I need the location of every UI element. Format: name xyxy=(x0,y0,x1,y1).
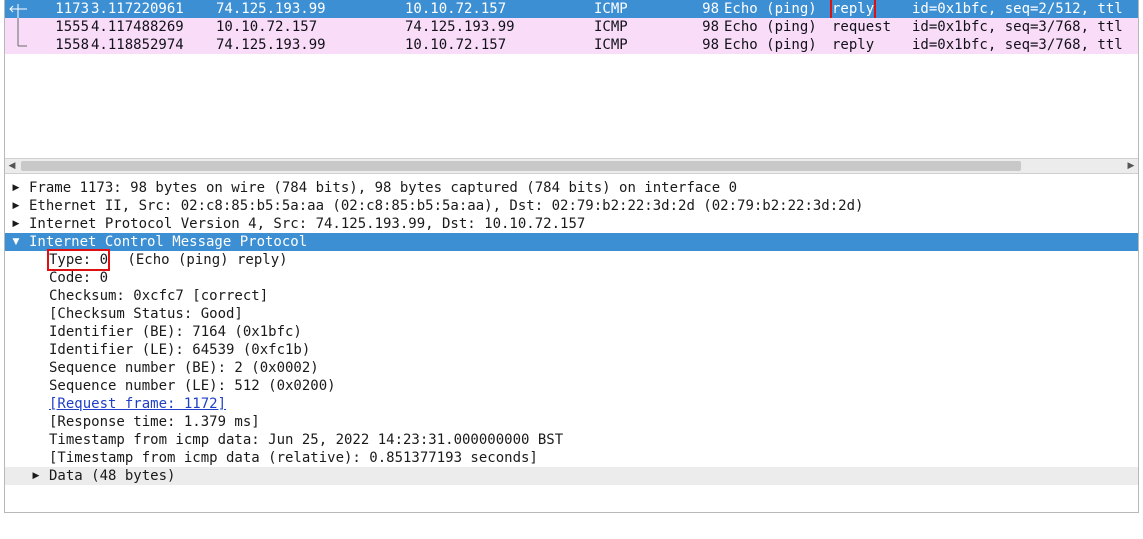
packet-info-direction: reply xyxy=(832,37,875,53)
packet-info-detail: id=0x1bfc, seq=3/768, ttl xyxy=(912,19,1123,35)
triangle-down-icon[interactable]: ▼ xyxy=(10,233,22,251)
packet-length: 98 xyxy=(702,1,719,17)
packet-source: 10.10.72.157 xyxy=(216,19,318,35)
tree-field-label: Sequence number (BE): 2 (0x0002) xyxy=(49,360,319,376)
packet-row[interactable]: 1555 4.117488269 10.10.72.157 74.125.193… xyxy=(5,18,1138,36)
triangle-right-icon[interactable]: ▶ xyxy=(10,197,22,215)
packet-info-direction: request xyxy=(832,19,892,35)
packet-protocol: ICMP xyxy=(594,19,628,35)
tree-field-timestamp-relative[interactable]: [Timestamp from icmp data (relative): 0.… xyxy=(5,449,1138,467)
packet-source: 74.125.193.99 xyxy=(216,37,326,53)
related-packet-icon xyxy=(9,4,27,18)
tree-field-identifier-be[interactable]: Identifier (BE): 7164 (0x1bfc) xyxy=(5,323,1138,341)
tree-field-response-time[interactable]: [Response time: 1.379 ms] xyxy=(5,413,1138,431)
request-frame-link[interactable]: [Request frame: 1172] xyxy=(49,395,226,413)
packet-info-direction-highlight: reply xyxy=(829,0,877,20)
tree-field-request-frame[interactable]: [Request frame: 1172] xyxy=(5,395,1138,413)
tree-field-label: [Checksum Status: Good] xyxy=(49,306,243,322)
packet-destination: 10.10.72.157 xyxy=(405,1,507,17)
tree-item-frame[interactable]: ▶ Frame 1173: 98 bytes on wire (784 bits… xyxy=(5,179,1138,197)
tree-field-checksum[interactable]: Checksum: 0xcfc7 [correct] xyxy=(5,287,1138,305)
packet-info-type: Echo (ping) xyxy=(724,19,817,35)
packet-info-detail: id=0x1bfc, seq=2/512, ttl xyxy=(912,1,1123,17)
tree-item-label: Ethernet II, Src: 02:c8:85:b5:5a:aa (02:… xyxy=(29,198,864,214)
packet-destination: 10.10.72.157 xyxy=(405,37,507,53)
packet-source: 74.125.193.99 xyxy=(216,1,326,17)
tree-field-seq-be[interactable]: Sequence number (BE): 2 (0x0002) xyxy=(5,359,1138,377)
tree-field-label: Checksum: 0xcfc7 [correct] xyxy=(49,288,269,304)
packet-info-type: Echo (ping) xyxy=(724,1,817,17)
scroll-left-icon[interactable]: ◀ xyxy=(5,159,19,173)
packet-no: 1558 xyxy=(55,37,89,53)
tree-item-ipv4[interactable]: ▶ Internet Protocol Version 4, Src: 74.1… xyxy=(5,215,1138,233)
triangle-right-icon[interactable]: ▶ xyxy=(10,179,22,197)
tree-field-type[interactable]: Type: 0 (Echo (ping) reply) xyxy=(5,249,1138,271)
scrollbar-thumb[interactable] xyxy=(21,161,1021,171)
tree-field-label: Identifier (LE): 64539 (0xfc1b) xyxy=(49,342,311,358)
packet-protocol: ICMP xyxy=(594,37,628,53)
tree-field-timestamp[interactable]: Timestamp from icmp data: Jun 25, 2022 1… xyxy=(5,431,1138,449)
packet-length: 98 xyxy=(702,37,719,53)
packet-info-type: Echo (ping) xyxy=(724,37,817,53)
packet-length: 98 xyxy=(702,19,719,35)
related-packet-icon xyxy=(17,36,27,47)
packet-row-selected[interactable]: 1173 3.117220961 74.125.193.99 10.10.72.… xyxy=(5,0,1138,20)
packet-no: 1555 xyxy=(55,19,89,35)
packet-list[interactable]: 1173 3.117220961 74.125.193.99 10.10.72.… xyxy=(5,0,1138,158)
packet-row[interactable]: 1558 4.118852974 74.125.193.99 10.10.72.… xyxy=(5,36,1138,54)
tree-field-label: [Response time: 1.379 ms] xyxy=(49,414,260,430)
tree-field-checksum-status[interactable]: [Checksum Status: Good] xyxy=(5,305,1138,323)
tree-field-label: Timestamp from icmp data: Jun 25, 2022 1… xyxy=(49,432,564,448)
triangle-right-icon[interactable]: ▶ xyxy=(10,215,22,233)
tree-field-code[interactable]: Code: 0 xyxy=(5,269,1138,287)
tree-field-label: Sequence number (LE): 512 (0x0200) xyxy=(49,378,336,394)
type-field-suffix: (Echo (ping) reply) xyxy=(119,252,288,268)
tree-field-label: [Timestamp from icmp data (relative): 0.… xyxy=(49,450,538,466)
tree-item-ethernet[interactable]: ▶ Ethernet II, Src: 02:c8:85:b5:5a:aa (0… xyxy=(5,197,1138,215)
packet-time: 4.118852974 xyxy=(91,37,184,53)
wireshark-main-pane: 1173 3.117220961 74.125.193.99 10.10.72.… xyxy=(4,0,1139,513)
packet-destination: 74.125.193.99 xyxy=(405,19,515,35)
packet-no: 1173 xyxy=(55,1,89,17)
type-field-highlight: Type: 0 xyxy=(46,249,111,271)
packet-time: 3.117220961 xyxy=(91,1,184,17)
packet-time: 4.117488269 xyxy=(91,19,184,35)
tree-field-identifier-le[interactable]: Identifier (LE): 64539 (0xfc1b) xyxy=(5,341,1138,359)
related-packet-icon xyxy=(17,18,19,36)
tree-item-label: Data (48 bytes) xyxy=(49,468,176,484)
tree-item-label: Frame 1173: 98 bytes on wire (784 bits),… xyxy=(29,180,738,196)
tree-field-seq-le[interactable]: Sequence number (LE): 512 (0x0200) xyxy=(5,377,1138,395)
horizontal-scrollbar[interactable]: ◀ ▶ xyxy=(5,158,1138,174)
tree-item-label: Internet Control Message Protocol xyxy=(29,234,308,250)
triangle-right-icon[interactable]: ▶ xyxy=(30,467,42,485)
tree-field-label: Identifier (BE): 7164 (0x1bfc) xyxy=(49,324,302,340)
tree-item-label: Internet Protocol Version 4, Src: 74.125… xyxy=(29,216,586,232)
packet-info-detail: id=0x1bfc, seq=3/768, ttl xyxy=(912,37,1123,53)
tree-item-icmp[interactable]: ▼ Internet Control Message Protocol xyxy=(5,233,1138,251)
packet-protocol: ICMP xyxy=(594,1,628,17)
scroll-right-icon[interactable]: ▶ xyxy=(1124,159,1138,173)
tree-item-data[interactable]: ▶ Data (48 bytes) xyxy=(5,467,1138,485)
tree-field-label: Code: 0 xyxy=(49,270,109,286)
packet-details-tree[interactable]: ▶ Frame 1173: 98 bytes on wire (784 bits… xyxy=(5,176,1138,512)
